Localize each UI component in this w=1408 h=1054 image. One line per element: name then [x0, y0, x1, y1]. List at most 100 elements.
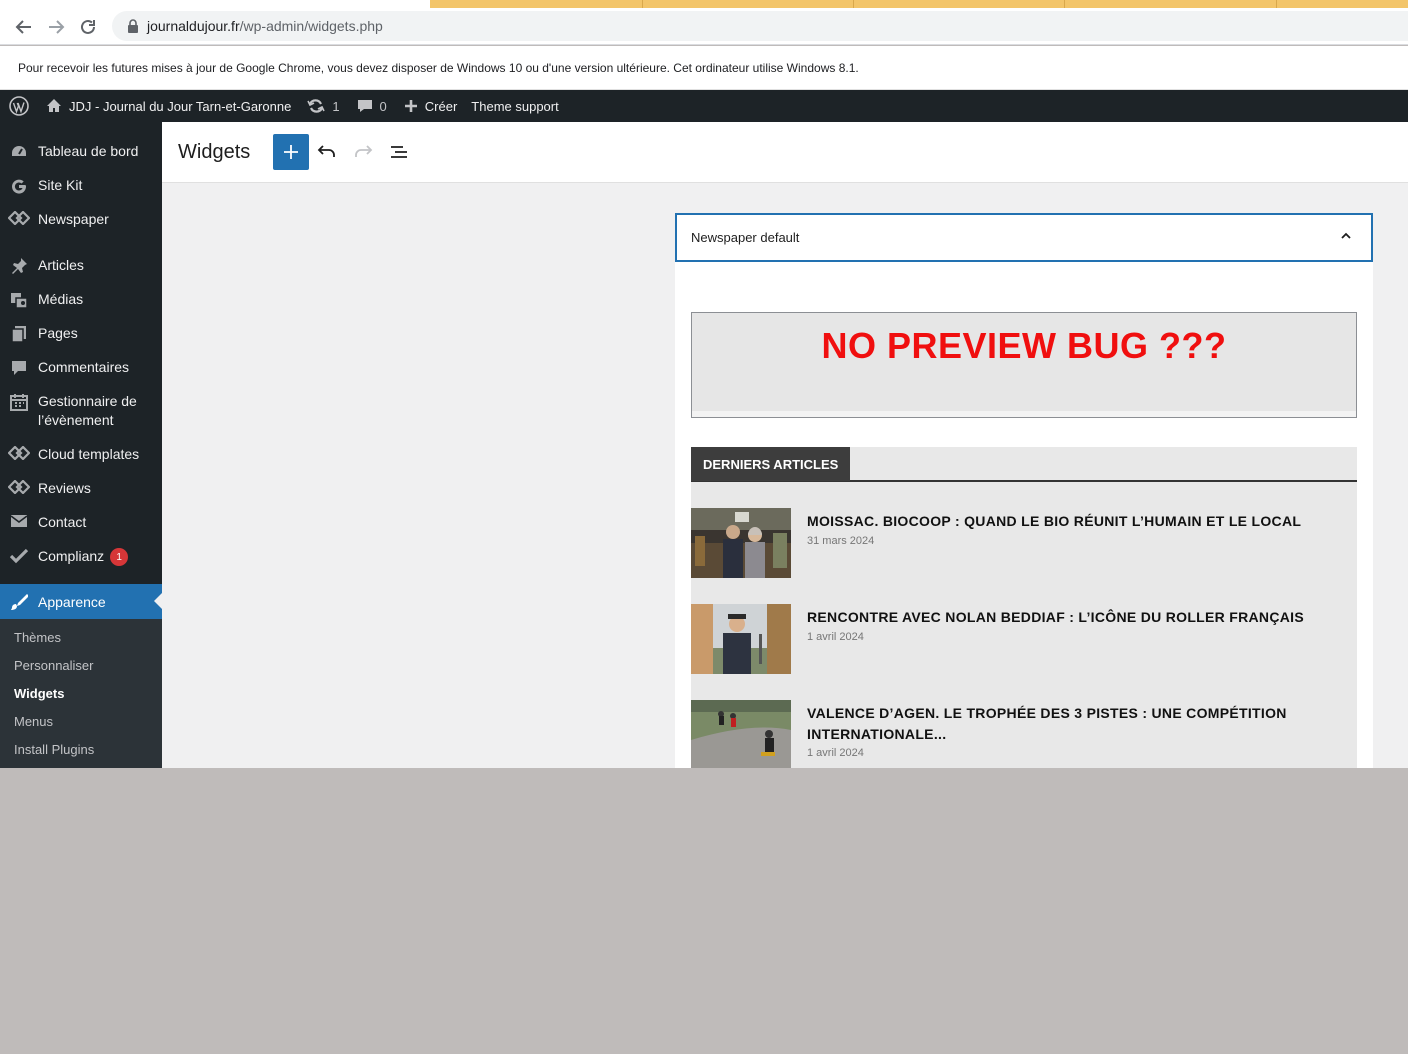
empty-area	[0, 768, 1408, 1054]
widget-area-name: Newspaper default	[691, 230, 800, 245]
calendar-icon	[0, 392, 38, 411]
submenu-personnaliser[interactable]: Personnaliser	[14, 658, 94, 673]
update-infobar: Pour recevoir les futures mises à jour d…	[0, 46, 1408, 90]
theme-support-label: Theme support	[471, 98, 559, 114]
google-g-icon	[0, 176, 38, 195]
undo-button[interactable]	[313, 138, 341, 166]
comment-icon	[0, 358, 38, 377]
post-date: 31 mars 2024	[807, 535, 875, 547]
list-item[interactable]: MOISSAC. BIOCOOP : QUAND LE BIO RÉUNIT L…	[691, 508, 1357, 588]
menu-cloud-templates[interactable]: Cloud templates	[0, 445, 162, 464]
browser-tabstrip	[0, 0, 1408, 8]
url-host: journaldujour.fr	[147, 18, 240, 34]
plus-icon	[404, 100, 417, 112]
post-thumbnail[interactable]	[691, 508, 791, 578]
menu-complianz[interactable]: Complianz 1	[0, 547, 162, 567]
updates-icon	[307, 99, 326, 113]
newspaper-icon	[0, 210, 38, 225]
list-view-button[interactable]	[385, 138, 413, 166]
plus-icon	[284, 145, 298, 159]
list-item[interactable]: RENCONTRE AVEC NOLAN BEDDIAF : L’ICÔNE D…	[691, 604, 1357, 684]
submenu-widgets[interactable]: Widgets	[14, 686, 64, 701]
menu-complianz-label: Complianz	[38, 548, 105, 564]
pages-icon	[0, 324, 38, 343]
post-thumbnail[interactable]	[691, 604, 791, 674]
arrow-right-icon	[49, 20, 65, 34]
address-field[interactable]: journaldujour.fr/wp-admin/widgets.php	[112, 11, 1408, 41]
post-date: 1 avril 2024	[807, 631, 864, 643]
menu-pages[interactable]: Pages	[0, 324, 162, 343]
redo-button[interactable]	[349, 138, 377, 166]
comments-menu[interactable]: 0	[347, 90, 394, 122]
browser-toolbar: journaldujour.fr/wp-admin/widgets.php	[0, 8, 1408, 45]
submenu-install-plugins[interactable]: Install Plugins	[14, 742, 94, 757]
menu-apparence[interactable]: Apparence	[0, 584, 162, 619]
updates-menu[interactable]: 1	[298, 90, 346, 122]
menu-contact[interactable]: Contact	[0, 513, 162, 532]
dashboard-icon	[0, 142, 38, 161]
paintbrush-icon	[0, 593, 38, 611]
block-preview[interactable]: NO PREVIEW BUG ???	[691, 312, 1357, 418]
post-thumbnail[interactable]	[691, 700, 791, 770]
menu-articles[interactable]: Articles	[0, 256, 162, 275]
check-icon	[0, 547, 38, 564]
reload-icon	[81, 19, 95, 34]
home-icon	[47, 99, 61, 112]
submenu-menus[interactable]: Menus	[14, 714, 53, 729]
post-title[interactable]: RENCONTRE AVEC NOLAN BEDDIAF : L’ICÔNE D…	[807, 607, 1327, 628]
widgets-editor: Widgets Newspaper default NO PREVIEW BUG…	[162, 122, 1408, 777]
admin-sidebar: Tableau de bord Site Kit Newspaper Artic…	[0, 122, 162, 768]
submenu-themes[interactable]: Thèmes	[14, 630, 61, 645]
lock-icon[interactable]	[122, 19, 144, 33]
updates-count: 1	[332, 98, 340, 114]
wordpress-logo-icon	[9, 96, 29, 116]
site-name-menu[interactable]: JDJ - Journal du Jour Tarn-et-Garonne	[39, 90, 298, 122]
comment-bubble-icon	[357, 100, 372, 112]
menu-commentaires[interactable]: Commentaires	[0, 358, 162, 377]
preview-message: NO PREVIEW BUG ???	[821, 325, 1227, 366]
browser-tabs[interactable]	[430, 0, 1408, 8]
new-label: Créer	[424, 98, 458, 114]
reload-button[interactable]	[75, 14, 101, 40]
infobar-message: Pour recevoir les futures mises à jour d…	[18, 60, 859, 75]
pin-icon	[0, 256, 38, 275]
forward-button[interactable]	[43, 14, 69, 40]
menu-tableau-de-bord[interactable]: Tableau de bord	[0, 142, 162, 161]
editor-header: Widgets	[162, 122, 1408, 183]
new-content-menu[interactable]: Créer	[394, 90, 465, 122]
tagdiv-icon	[0, 479, 38, 494]
menu-site-kit[interactable]: Site Kit	[0, 176, 162, 195]
back-button[interactable]	[11, 14, 37, 40]
widget-area-panel: Newspaper default NO PREVIEW BUG ??? DER…	[675, 213, 1373, 777]
comments-count: 0	[379, 98, 387, 114]
redo-icon	[355, 145, 373, 157]
menu-newspaper[interactable]: Newspaper	[0, 210, 162, 229]
widget-area-header[interactable]: Newspaper default	[675, 213, 1373, 262]
block-heading: DERNIERS ARTICLES	[691, 447, 851, 481]
add-block-button[interactable]	[273, 134, 309, 170]
menu-reviews[interactable]: Reviews	[0, 479, 162, 498]
menu-gestionnaire-line1: Gestionnaire de	[38, 393, 137, 409]
post-title[interactable]: MOISSAC. BIOCOOP : QUAND LE BIO RÉUNIT L…	[807, 511, 1327, 532]
site-name: JDJ - Journal du Jour Tarn-et-Garonne	[69, 98, 292, 114]
complianz-badge: 1	[110, 548, 129, 567]
post-title[interactable]: VALENCE D’AGEN. LE TROPHÉE DES 3 PISTES …	[807, 703, 1327, 745]
media-icon	[0, 290, 38, 309]
arrow-left-icon	[15, 20, 31, 34]
menu-gestionnaire-evenement[interactable]: Gestionnaire de l’évènement	[0, 392, 162, 430]
post-date: 1 avril 2024	[807, 747, 864, 759]
latest-articles-block[interactable]: DERNIERS ARTICLES MOISSAC. BIOCOOP: QUA…	[691, 447, 1357, 777]
menu-gestionnaire-line2: l’évènement	[38, 412, 114, 428]
tagdiv-icon	[0, 445, 38, 460]
wp-logo-menu[interactable]	[0, 90, 39, 122]
url-path: /wp-admin/widgets.php	[239, 18, 383, 34]
list-view-icon	[391, 146, 407, 158]
theme-support-menu[interactable]: Theme support	[464, 90, 565, 122]
menu-medias[interactable]: Médias	[0, 290, 162, 309]
apparence-submenu: Thèmes Personnaliser Widgets Menus Insta…	[0, 619, 162, 768]
page-title: Widgets	[178, 141, 251, 163]
undo-icon	[317, 145, 335, 157]
chevron-up-icon[interactable]	[1339, 229, 1353, 246]
wp-admin-bar: JDJ - Journal du Jour Tarn-et-Garonne 1 …	[0, 90, 1408, 122]
mail-icon	[0, 513, 38, 528]
